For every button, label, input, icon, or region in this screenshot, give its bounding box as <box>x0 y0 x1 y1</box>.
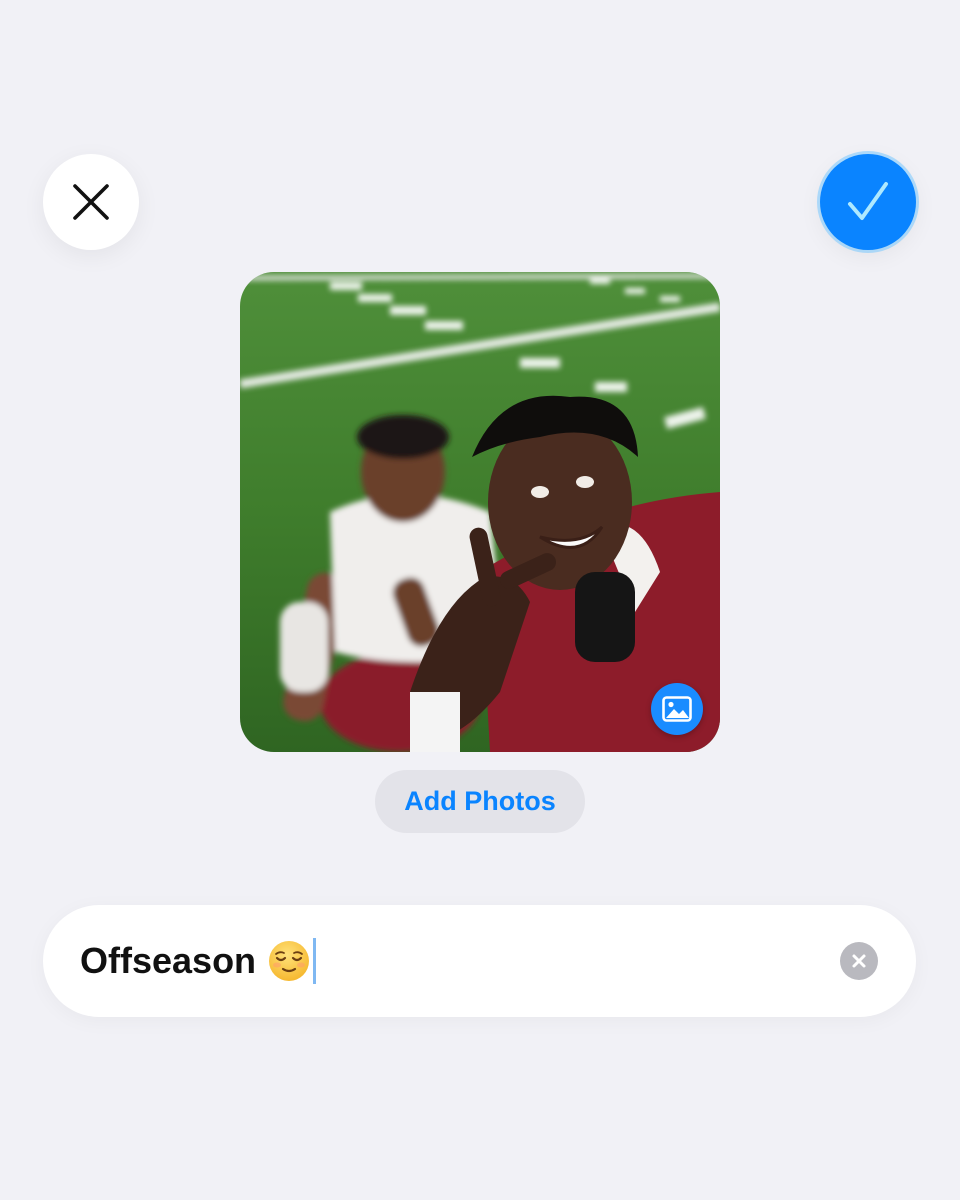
clear-text-button[interactable] <box>840 942 878 980</box>
clear-xmark-icon <box>852 954 866 968</box>
relieved-face-emoji-icon <box>269 941 310 981</box>
confirm-button[interactable] <box>820 154 916 250</box>
checkmark-icon <box>848 182 888 220</box>
edit-screen: Add Photos Offseason <box>0 0 960 1200</box>
photo-icon <box>662 696 692 722</box>
xmark-icon <box>73 184 109 220</box>
name-field-content: Offseason <box>80 905 317 1017</box>
selfie-photo <box>240 272 720 752</box>
photo-picker-button[interactable] <box>651 683 703 735</box>
photo-preview[interactable] <box>240 272 720 752</box>
close-button[interactable] <box>43 154 139 250</box>
name-field-value: Offseason <box>80 940 257 981</box>
text-cursor <box>313 938 317 984</box>
name-text-field[interactable]: Offseason <box>43 905 916 1017</box>
add-photos-button[interactable]: Add Photos <box>375 770 585 833</box>
